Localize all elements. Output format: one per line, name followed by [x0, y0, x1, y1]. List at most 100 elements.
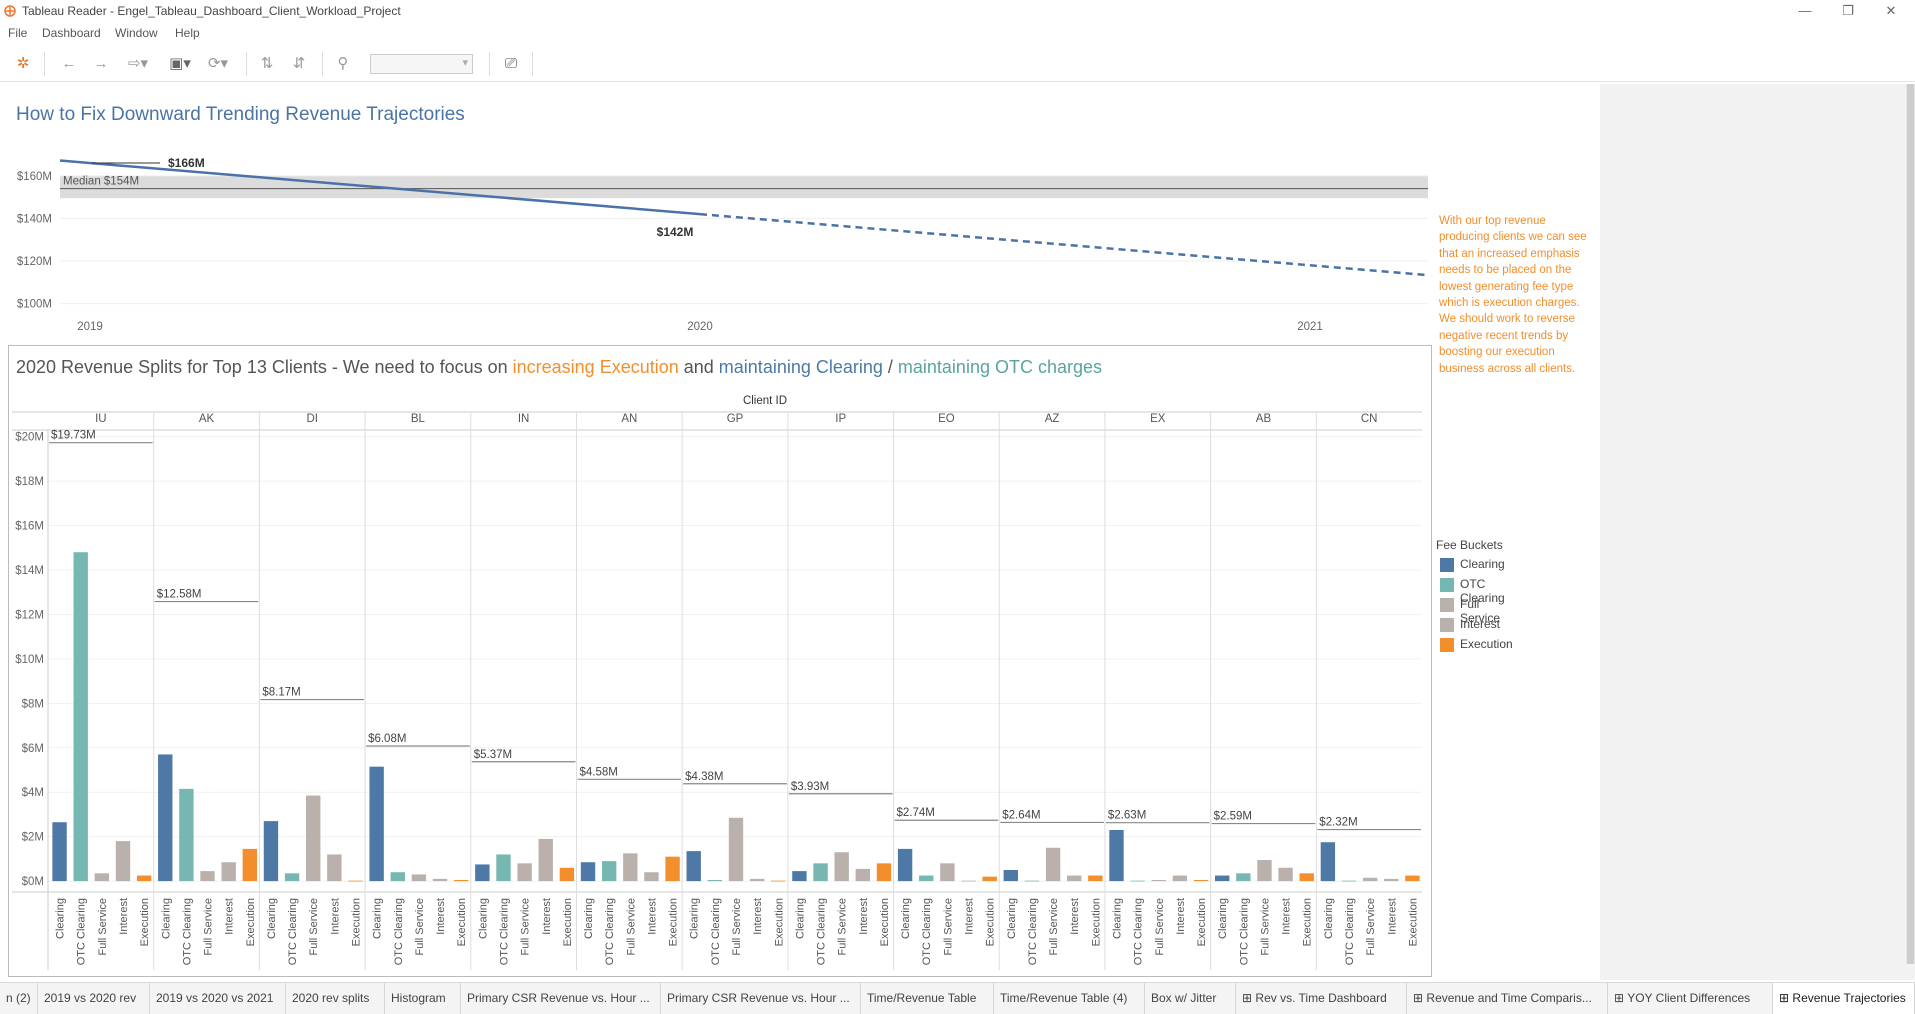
bar-ex-4 — [1193, 880, 1209, 882]
tab-dashboard[interactable]: ⊞ Rev vs. Time Dashboard — [1236, 983, 1407, 1014]
client-total-label: $12.58M — [157, 589, 202, 601]
x-tick-label: Execution — [668, 898, 680, 946]
x-tick-label: Clearing — [1217, 898, 1229, 939]
menu-help[interactable]: Help — [175, 26, 200, 40]
tab-dashboard[interactable]: ⊞ Revenue and Time Comparis... — [1407, 983, 1608, 1014]
x-tick-label: Full Service — [1365, 898, 1377, 955]
tab-label: Time/Revenue Table (4) — [1000, 991, 1128, 1005]
x-tick-label: OTC Clearing — [816, 898, 828, 965]
client-header-iu: IU — [95, 413, 107, 425]
client-header-di: DI — [306, 413, 318, 425]
legend-swatch — [1440, 618, 1454, 632]
bar-gp-1 — [707, 880, 723, 882]
bar-gp-2 — [728, 817, 744, 882]
annotation-label: $142M — [657, 225, 694, 239]
x-tick-label: Full Service — [414, 898, 426, 955]
refresh-icon[interactable]: ⟳▾ — [200, 54, 236, 74]
pause-updates-icon[interactable]: ▣▾ — [164, 54, 196, 74]
bar-in-0 — [475, 864, 490, 882]
legend-item-full-service[interactable]: Full Service — [1436, 596, 1503, 625]
legend-item-execution[interactable]: Execution — [1436, 636, 1513, 656]
x-tick-label: OTC Clearing — [1238, 898, 1250, 965]
fit-dropdown[interactable] — [370, 54, 473, 74]
presentation-mode-icon[interactable]: ⎚ — [500, 54, 522, 74]
tab-sheet[interactable]: Primary CSR Revenue vs. Hour ... — [461, 983, 661, 1014]
legend-item-interest[interactable]: Interest — [1436, 616, 1503, 636]
sort-descending-icon[interactable]: ⇵ — [288, 54, 310, 74]
x-tick-label: Interest — [858, 898, 870, 935]
tab-sheet[interactable]: 2020 rev splits — [286, 983, 385, 1014]
bar-iu-2 — [94, 873, 110, 882]
tab-sheet[interactable]: Time/Revenue Table (4) — [994, 983, 1145, 1014]
tab-sheet[interactable]: n (2) — [0, 983, 38, 1014]
bar-di-2 — [306, 795, 321, 882]
client-total-label: $19.73M — [51, 430, 96, 442]
bar-ip-1 — [813, 863, 828, 882]
tab-label: 2019 vs 2020 rev — [44, 991, 137, 1005]
revert-icon[interactable]: ⇨▾ — [122, 54, 154, 74]
scrollbar-thumb[interactable] — [1907, 84, 1914, 964]
x-tick-label: Full Service — [1259, 898, 1271, 955]
sort-ascending-icon[interactable]: ⇅ — [256, 54, 278, 74]
x-tick-label: Interest — [224, 898, 236, 935]
bar-ex-1 — [1130, 880, 1145, 882]
tableau-app-icon — [4, 5, 16, 17]
menu-window[interactable]: Window — [115, 26, 158, 40]
x-tick-label: Clearing — [477, 898, 489, 939]
median-band — [60, 175, 1428, 199]
redo-icon[interactable]: → — [90, 54, 112, 74]
bar-ab-3 — [1278, 867, 1293, 882]
x-tick-label: OTC Clearing — [710, 898, 722, 965]
tableau-home-icon[interactable]: ✲ — [12, 54, 34, 74]
tab-sheet[interactable]: 2019 vs 2020 rev — [38, 983, 150, 1014]
menu-dashboard[interactable]: Dashboard — [42, 26, 101, 40]
tab-dashboard[interactable]: ⊞ YOY Client Differences — [1608, 983, 1773, 1014]
bar-in-1 — [496, 854, 511, 882]
tab-sheet[interactable]: 2019 vs 2020 vs 2021 — [150, 983, 286, 1014]
menu-file[interactable]: File — [8, 26, 27, 40]
bar-ip-0 — [792, 871, 807, 882]
tab-sheet[interactable]: Box w/ Jitter — [1145, 983, 1236, 1014]
undo-icon[interactable]: ← — [58, 54, 80, 74]
legend-item-clearing[interactable]: Clearing — [1436, 556, 1505, 576]
x-tick-label: OTC Clearing — [604, 898, 616, 965]
y-tick-label: $120M — [17, 256, 52, 268]
vertical-scrollbar[interactable] — [1906, 84, 1915, 964]
x-tick-label: Full Service — [308, 898, 320, 955]
x-tick-label: Full Service — [520, 898, 532, 955]
tab-dashboard-active[interactable]: ⊞ Revenue Trajectories — [1773, 983, 1915, 1014]
bar-ab-0 — [1214, 875, 1230, 882]
bar-ab-2 — [1257, 860, 1272, 882]
legend-label: Execution — [1460, 637, 1513, 651]
tab-label: Revenue and Time Comparis... — [1426, 991, 1592, 1005]
client-header-bl: BL — [411, 413, 426, 425]
tab-sheet[interactable]: Primary CSR Revenue vs. Hour ... — [661, 983, 861, 1014]
bar-ex-3 — [1172, 875, 1188, 882]
revenue-splits-chart: Client ID $0M $2M $4M $6M $8M $10M $12M $14M $16M… — [12, 395, 1422, 970]
legend-item-otc-clearing[interactable]: OTC Clearing — [1436, 576, 1505, 605]
tab-sheet[interactable]: Time/Revenue Table — [861, 983, 994, 1014]
bar-an-2 — [623, 853, 638, 882]
close-button[interactable]: ✕ — [1871, 1, 1911, 21]
bar-iu-3 — [115, 841, 131, 882]
client-header-ab: AB — [1256, 413, 1272, 425]
forecast-line — [699, 212, 1429, 277]
bar-an-0 — [580, 862, 596, 882]
toolbar-separator — [489, 52, 490, 76]
tab-label: Rev vs. Time Dashboard — [1255, 991, 1387, 1005]
tab-sheet[interactable]: Histogram — [385, 983, 461, 1014]
bar-cn-3 — [1384, 878, 1399, 882]
sheet-tabs: n (2) 2019 vs 2020 rev 2019 vs 2020 vs 2… — [0, 982, 1915, 1014]
restore-button[interactable]: ❐ — [1828, 1, 1868, 21]
tab-label: Primary CSR Revenue vs. Hour ... — [467, 991, 650, 1005]
bar-eo-0 — [897, 848, 913, 882]
legend-label: Interest — [1460, 617, 1501, 631]
title-clearing: maintaining Clearing — [718, 357, 883, 377]
legend-swatch — [1440, 578, 1454, 592]
x-tick-label: 2019 — [77, 321, 103, 333]
x-tick-label: Clearing — [1323, 898, 1335, 939]
tab-label: Time/Revenue Table — [867, 991, 977, 1005]
client-total-label: $4.58M — [579, 766, 617, 778]
minimize-button[interactable]: — — [1785, 1, 1825, 21]
pin-icon[interactable]: ⚲ — [332, 54, 354, 74]
